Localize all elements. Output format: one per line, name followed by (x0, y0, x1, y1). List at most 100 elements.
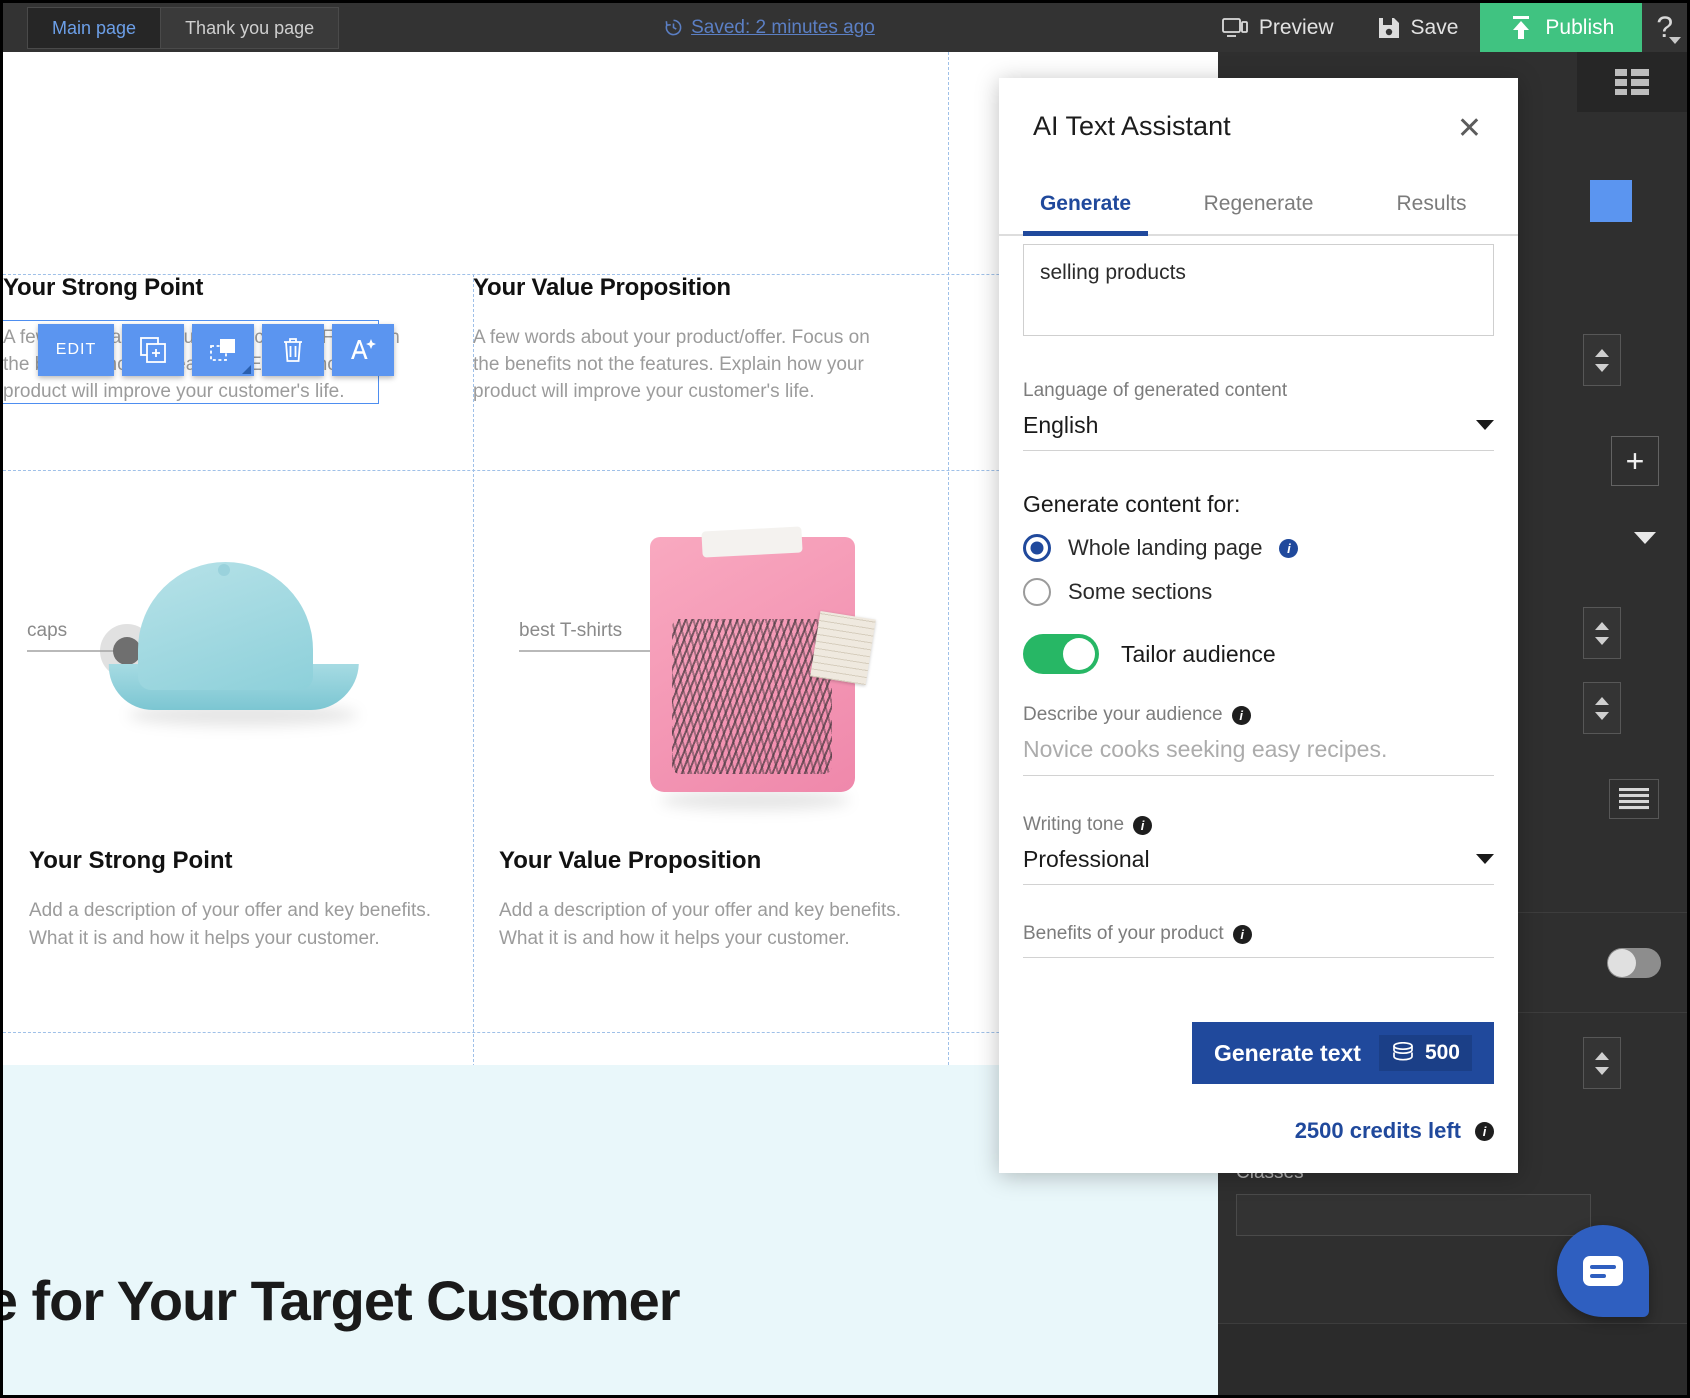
radio-some-sections[interactable]: Some sections (1023, 578, 1494, 606)
credits-left[interactable]: 2500 credits left i (1295, 1118, 1494, 1144)
radio-whole-landing-page-input[interactable] (1023, 534, 1051, 562)
delete-button[interactable] (262, 324, 324, 376)
page-tab-main-label: Main page (52, 17, 137, 38)
ai-panel-tabs: Generate Regenerate Results (999, 174, 1518, 236)
radio-some-sections-input[interactable] (1023, 578, 1051, 606)
chat-support-button[interactable] (1557, 1225, 1649, 1317)
tab-regenerate[interactable]: Regenerate (1172, 174, 1345, 234)
baseball-cap-image[interactable] (107, 562, 359, 726)
tshirts-card-body[interactable]: Add a description of your offer and key … (499, 897, 919, 952)
tone-field[interactable]: Writing tone i Professional (1023, 814, 1494, 885)
generate-text-button[interactable]: Generate text 500 (1191, 1022, 1494, 1084)
numeric-stepper-1[interactable] (1583, 334, 1621, 386)
language-value[interactable]: English (1023, 412, 1098, 439)
tshirt-shadow (660, 790, 850, 810)
credit-cost-badge: 500 (1378, 1035, 1472, 1071)
tailor-audience-toggle[interactable] (1023, 634, 1099, 674)
app-root: Main page Thank you page Saved: 2 minute… (0, 0, 1690, 1398)
caps-tagline: caps (27, 620, 68, 641)
help-button[interactable]: ? (1642, 3, 1687, 52)
preview-button[interactable]: Preview (1200, 3, 1356, 52)
classes-input[interactable] (1236, 1194, 1591, 1236)
generate-for-label: Generate content for: (1023, 491, 1241, 517)
ai-text-assistant-panel: AI Text Assistant ✕ Generate Regenerate … (999, 78, 1518, 1173)
dropdown-toggle[interactable] (1625, 520, 1665, 556)
cap-button (218, 564, 230, 576)
cap-crown (138, 562, 313, 690)
stepper-up-icon[interactable] (1595, 348, 1609, 357)
panel-bottom-strip (1218, 1323, 1687, 1395)
publish-button[interactable]: Publish (1480, 3, 1643, 52)
text-block-right[interactable]: Your Value Proposition A few words about… (473, 274, 893, 406)
language-field[interactable]: Language of generated content English (1023, 380, 1494, 451)
hero-heading[interactable]: lue for Your Target Customer (3, 1268, 681, 1333)
tshirts-card-title[interactable]: Your Value Proposition (499, 847, 761, 875)
stepper-up-icon[interactable] (1595, 621, 1609, 630)
page-tab-thank-you[interactable]: Thank you page (160, 7, 340, 49)
tab-results[interactable]: Results (1345, 174, 1518, 234)
top-actions: Preview Save Publish ? (1200, 3, 1687, 52)
resize-corner-grip[interactable] (242, 365, 251, 374)
numeric-stepper-3[interactable] (1583, 682, 1621, 734)
text-block-right-body[interactable]: A few words about your product/offer. Fo… (473, 325, 893, 406)
text-block-right-title[interactable]: Your Value Proposition (473, 274, 893, 302)
info-icon[interactable]: i (1475, 1121, 1494, 1141)
pink-tshirt-image[interactable] (650, 526, 876, 810)
tab-results-label: Results (1396, 192, 1467, 215)
panel-toggle-switch[interactable] (1607, 948, 1661, 978)
info-icon[interactable]: i (1232, 924, 1252, 944)
color-swatch[interactable] (1590, 180, 1632, 222)
save-button[interactable]: Save (1356, 3, 1481, 52)
stepper-down-icon[interactable] (1595, 711, 1609, 720)
edit-button[interactable]: EDIT (38, 324, 114, 376)
monitor-preview-icon (1221, 17, 1248, 37)
add-button[interactable]: + (1611, 436, 1659, 486)
duplicate-icon (140, 337, 166, 363)
stepper-up-icon[interactable] (1595, 696, 1609, 705)
saved-status-text[interactable]: Saved: 2 minutes ago (691, 17, 875, 39)
tab-generate-label: Generate (1039, 192, 1132, 215)
audience-field[interactable]: Describe your audience i Novice cooks se… (1023, 704, 1494, 776)
audience-input[interactable]: Novice cooks seeking easy recipes. (1023, 736, 1494, 763)
stepper-down-icon[interactable] (1595, 363, 1609, 372)
info-icon[interactable]: i (1279, 538, 1299, 558)
benefits-field[interactable]: Benefits of your product i (1023, 923, 1494, 958)
text-block-left-title[interactable]: Your Strong Point (3, 274, 405, 302)
tone-value[interactable]: Professional (1023, 846, 1150, 873)
duplicate-button[interactable] (122, 324, 184, 376)
stepper-up-icon[interactable] (1595, 1051, 1609, 1060)
info-icon[interactable]: i (1133, 815, 1153, 835)
field-underline (1023, 450, 1494, 451)
radio-whole-landing-page[interactable]: Whole landing page i (1023, 534, 1494, 562)
preview-label: Preview (1258, 15, 1334, 39)
chevron-down-icon[interactable] (1476, 854, 1494, 864)
resize-button[interactable] (192, 324, 254, 376)
ai-text-button[interactable] (332, 324, 394, 376)
audience-label-text: Describe your audience (1023, 704, 1223, 725)
numeric-stepper-4[interactable] (1583, 1037, 1621, 1089)
saved-status[interactable]: Saved: 2 minutes ago (339, 3, 1200, 52)
product-card-tshirts[interactable]: best T-shirts Your Value Proposition Add… (473, 472, 943, 1082)
stepper-down-icon[interactable] (1595, 1066, 1609, 1075)
numeric-stepper-2[interactable] (1583, 607, 1621, 659)
caps-card-title[interactable]: Your Strong Point (29, 847, 233, 875)
line-style-button[interactable] (1609, 779, 1659, 819)
radio-some-sections-label: Some sections (1068, 579, 1213, 604)
info-icon[interactable]: i (1231, 705, 1251, 725)
tab-generate[interactable]: Generate (999, 174, 1172, 236)
ai-panel-body: selling products Language of generated c… (999, 244, 1518, 958)
chat-bubble-icon (1583, 1256, 1623, 1286)
ai-panel-title: AI Text Assistant (1033, 111, 1231, 141)
page-tab-main[interactable]: Main page (27, 7, 161, 49)
tailor-audience-row[interactable]: Tailor audience (1023, 634, 1494, 674)
product-card-caps[interactable]: caps Your Strong Point Add a description… (3, 472, 473, 1082)
chevron-down-icon[interactable] (1476, 420, 1494, 430)
panel-list-view-button[interactable] (1577, 52, 1687, 112)
prompt-textarea[interactable]: selling products (1023, 244, 1494, 336)
field-underline (1023, 775, 1494, 776)
close-icon[interactable]: ✕ (1457, 114, 1482, 144)
stepper-down-icon[interactable] (1595, 636, 1609, 645)
caps-card-body[interactable]: Add a description of your offer and key … (29, 897, 449, 952)
floppy-save-icon (1378, 17, 1399, 38)
generate-text-label: Generate text (1213, 1039, 1361, 1066)
